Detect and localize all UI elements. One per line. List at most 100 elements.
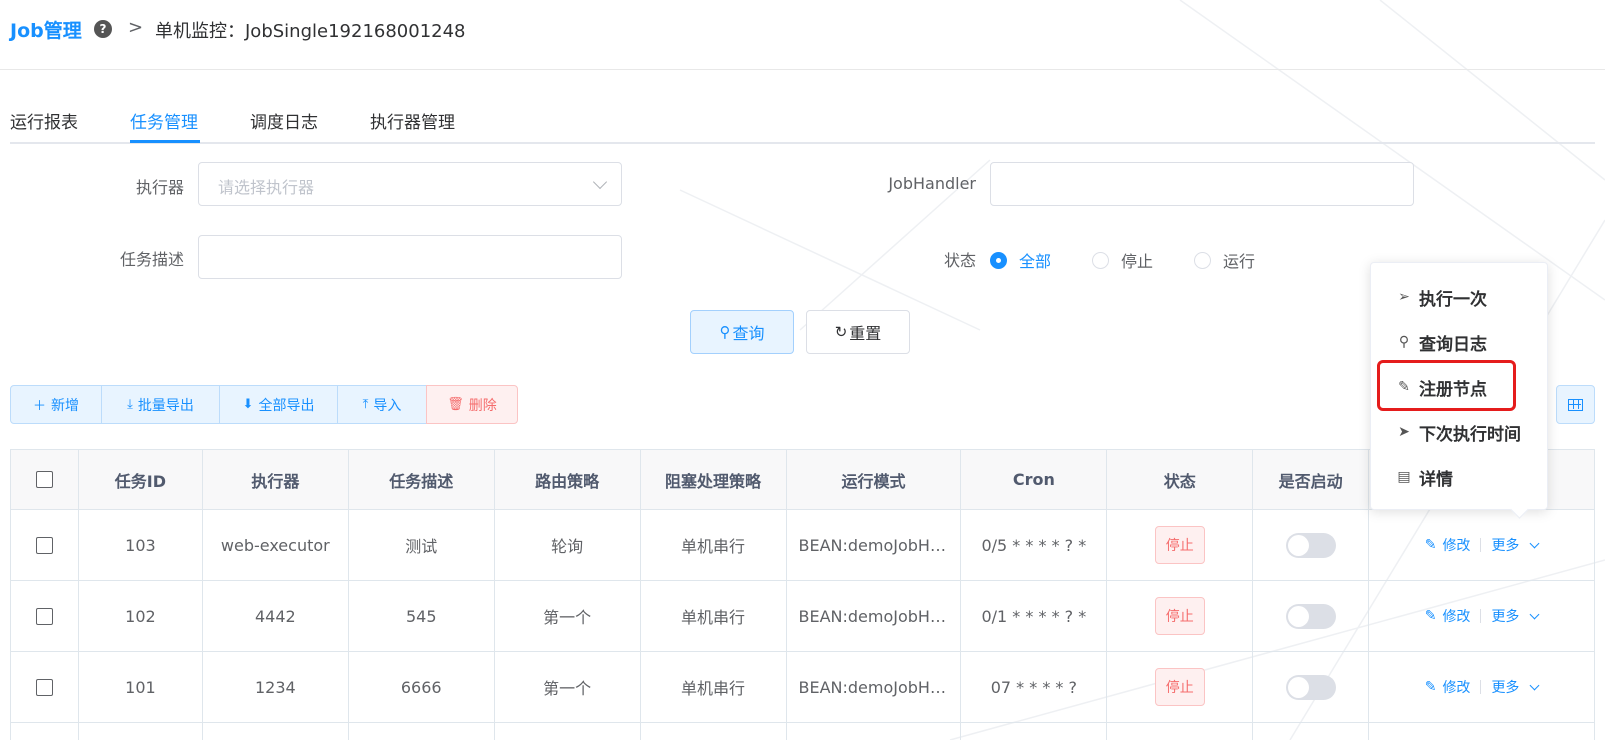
cell-actions xyxy=(1369,723,1595,740)
cell-block-strategy: 单机串行 xyxy=(641,652,787,722)
page-brand[interactable]: Job管理 xyxy=(10,16,82,43)
task-desc-label: 任务描述 xyxy=(119,250,184,269)
cell-actions: ✎ 修改 更多 xyxy=(1369,581,1595,651)
row-checkbox[interactable] xyxy=(35,536,53,554)
enable-toggle[interactable] xyxy=(1285,532,1336,558)
executor-placeholder: 请选择执行器 xyxy=(218,178,315,197)
enable-toggle[interactable] xyxy=(1285,674,1336,700)
jobhandler-label: JobHandler xyxy=(888,174,976,193)
reset-button-label: 重置 xyxy=(849,324,882,343)
help-icon[interactable]: ? xyxy=(94,20,112,38)
menu-item-query-log[interactable]: ⚲ 查询日志 xyxy=(1395,327,1487,357)
header-block-strategy[interactable]: 阻塞处理策略 xyxy=(641,450,787,509)
export-all-button[interactable]: ⬇ 全部导出 xyxy=(219,385,338,424)
table-row[interactable]: 103 web-executor 测试 轮询 单机串行 BEAN:demoJob… xyxy=(11,510,1595,581)
cell-cron: 0/1 * * * * ? * xyxy=(961,581,1108,651)
more-dropdown-trigger[interactable]: 更多 xyxy=(1491,606,1540,626)
header-cron[interactable]: Cron xyxy=(961,450,1108,509)
edit-link[interactable]: ✎ 修改 xyxy=(1425,606,1471,626)
tab-report[interactable]: 运行报表 xyxy=(10,108,78,133)
more-label: 更多 xyxy=(1491,609,1520,625)
chevron-down-icon xyxy=(592,174,608,190)
row-checkbox[interactable] xyxy=(35,678,53,696)
status-radio-run[interactable]: 运行 xyxy=(1194,248,1255,272)
menu-item-run-once[interactable]: ➢ 执行一次 xyxy=(1395,282,1487,312)
send-outline-icon: ➢ xyxy=(1398,289,1410,305)
task-desc-input[interactable] xyxy=(198,235,622,279)
search-icon: ⚲ xyxy=(719,323,731,341)
edit-icon: ✎ xyxy=(1398,379,1410,395)
menu-item-next-run-time-label: 下次执行时间 xyxy=(1419,424,1521,445)
status-radio-stop-label: 停止 xyxy=(1121,252,1154,271)
enable-toggle[interactable] xyxy=(1285,603,1336,629)
edit-pen-icon: ✎ xyxy=(1424,608,1437,624)
refresh-icon: ↻ xyxy=(834,323,848,341)
header-executor[interactable]: 执行器 xyxy=(203,450,349,509)
search-icon: ⚲ xyxy=(1398,334,1410,350)
tab-executor-management[interactable]: 执行器管理 xyxy=(370,108,455,133)
edit-link[interactable]: ✎ 修改 xyxy=(1425,677,1471,697)
row-checkbox[interactable] xyxy=(35,607,53,625)
action-divider xyxy=(1480,609,1482,623)
edit-label: 修改 xyxy=(1442,680,1471,696)
select-all-checkbox[interactable] xyxy=(35,471,53,488)
query-button-label: 查询 xyxy=(732,324,765,343)
header-status[interactable]: 状态 xyxy=(1107,450,1254,509)
document-icon: ▤ xyxy=(1397,469,1411,485)
delete-button[interactable]: 🗑 删除 xyxy=(426,385,518,424)
job-table: 任务ID 执行器 任务描述 路由策略 阻塞处理策略 运行模式 Cron 状态 是… xyxy=(10,449,1595,740)
more-dropdown-trigger[interactable]: 更多 xyxy=(1491,535,1540,555)
cell-route-strategy: 第一个 xyxy=(495,581,641,651)
query-button[interactable]: ⚲ 查询 xyxy=(690,310,794,354)
edit-link[interactable]: ✎ 修改 xyxy=(1425,535,1471,555)
more-dropdown-trigger[interactable]: 更多 xyxy=(1491,677,1540,697)
status-radio-stop[interactable]: 停止 xyxy=(1092,248,1153,272)
cell-enabled xyxy=(1253,723,1370,740)
status-radio-run-label: 运行 xyxy=(1223,252,1256,271)
table-row[interactable]: 102 4442 545 第一个 单机串行 BEAN:demoJobHandle… xyxy=(11,581,1595,652)
cell-block-strategy xyxy=(641,723,787,740)
cell-status xyxy=(1107,723,1254,740)
cell-status: 停止 xyxy=(1107,510,1254,580)
radio-dot-icon xyxy=(990,251,1007,269)
cell-route-strategy: 轮询 xyxy=(495,510,641,580)
status-badge: 停止 xyxy=(1154,668,1205,706)
header-route-strategy[interactable]: 路由策略 xyxy=(495,450,641,509)
menu-item-details[interactable]: ▤ 详情 xyxy=(1395,462,1453,492)
trash-icon: 🗑 xyxy=(447,397,464,412)
tab-schedule-log[interactable]: 调度日志 xyxy=(250,108,318,133)
row-select-cell xyxy=(11,652,79,722)
action-divider xyxy=(1480,538,1482,552)
menu-item-query-log-label: 查询日志 xyxy=(1419,334,1487,355)
header-enabled[interactable]: 是否启动 xyxy=(1253,450,1370,509)
table-grid-icon xyxy=(1568,398,1583,411)
cell-enabled xyxy=(1253,510,1370,580)
menu-item-register-node-label: 注册节点 xyxy=(1419,379,1487,400)
radio-dot-icon xyxy=(1194,251,1211,269)
menu-item-run-once-label: 执行一次 xyxy=(1419,289,1487,310)
menu-item-register-node[interactable]: ✎ 注册节点 xyxy=(1395,372,1487,402)
executor-select[interactable]: 请选择执行器 xyxy=(198,162,622,206)
tab-task-management[interactable]: 任务管理 xyxy=(130,108,198,133)
cell-task-desc: 6666 xyxy=(349,652,495,722)
row-select-cell xyxy=(11,510,79,580)
table-row[interactable]: 101 1234 6666 第一个 单机串行 BEAN:demoJobHandl… xyxy=(11,652,1595,723)
cell-block-strategy: 单机串行 xyxy=(641,581,787,651)
import-button[interactable]: ⤒ 导入 xyxy=(337,385,427,424)
reset-button[interactable]: ↻ 重置 xyxy=(806,310,910,354)
cell-enabled xyxy=(1253,581,1370,651)
status-radio-all[interactable]: 全部 xyxy=(990,248,1051,272)
jobhandler-input[interactable] xyxy=(990,162,1414,206)
header-task-desc[interactable]: 任务描述 xyxy=(349,450,495,509)
header-run-mode[interactable]: 运行模式 xyxy=(787,450,962,509)
column-settings-button[interactable] xyxy=(1556,385,1595,424)
chevron-down-icon xyxy=(1529,538,1540,548)
cell-route-strategy: 第一个 xyxy=(495,652,641,722)
menu-item-next-run-time[interactable]: ➤ 下次执行时间 xyxy=(1395,417,1521,447)
header-task-id[interactable]: 任务ID xyxy=(79,450,203,509)
batch-export-button[interactable]: ⤓ 批量导出 xyxy=(101,385,220,424)
cell-actions: ✎ 修改 更多 xyxy=(1369,510,1595,580)
add-button[interactable]: ＋ 新增 xyxy=(10,385,102,424)
row-select-cell xyxy=(11,581,79,651)
more-label: 更多 xyxy=(1491,680,1520,696)
